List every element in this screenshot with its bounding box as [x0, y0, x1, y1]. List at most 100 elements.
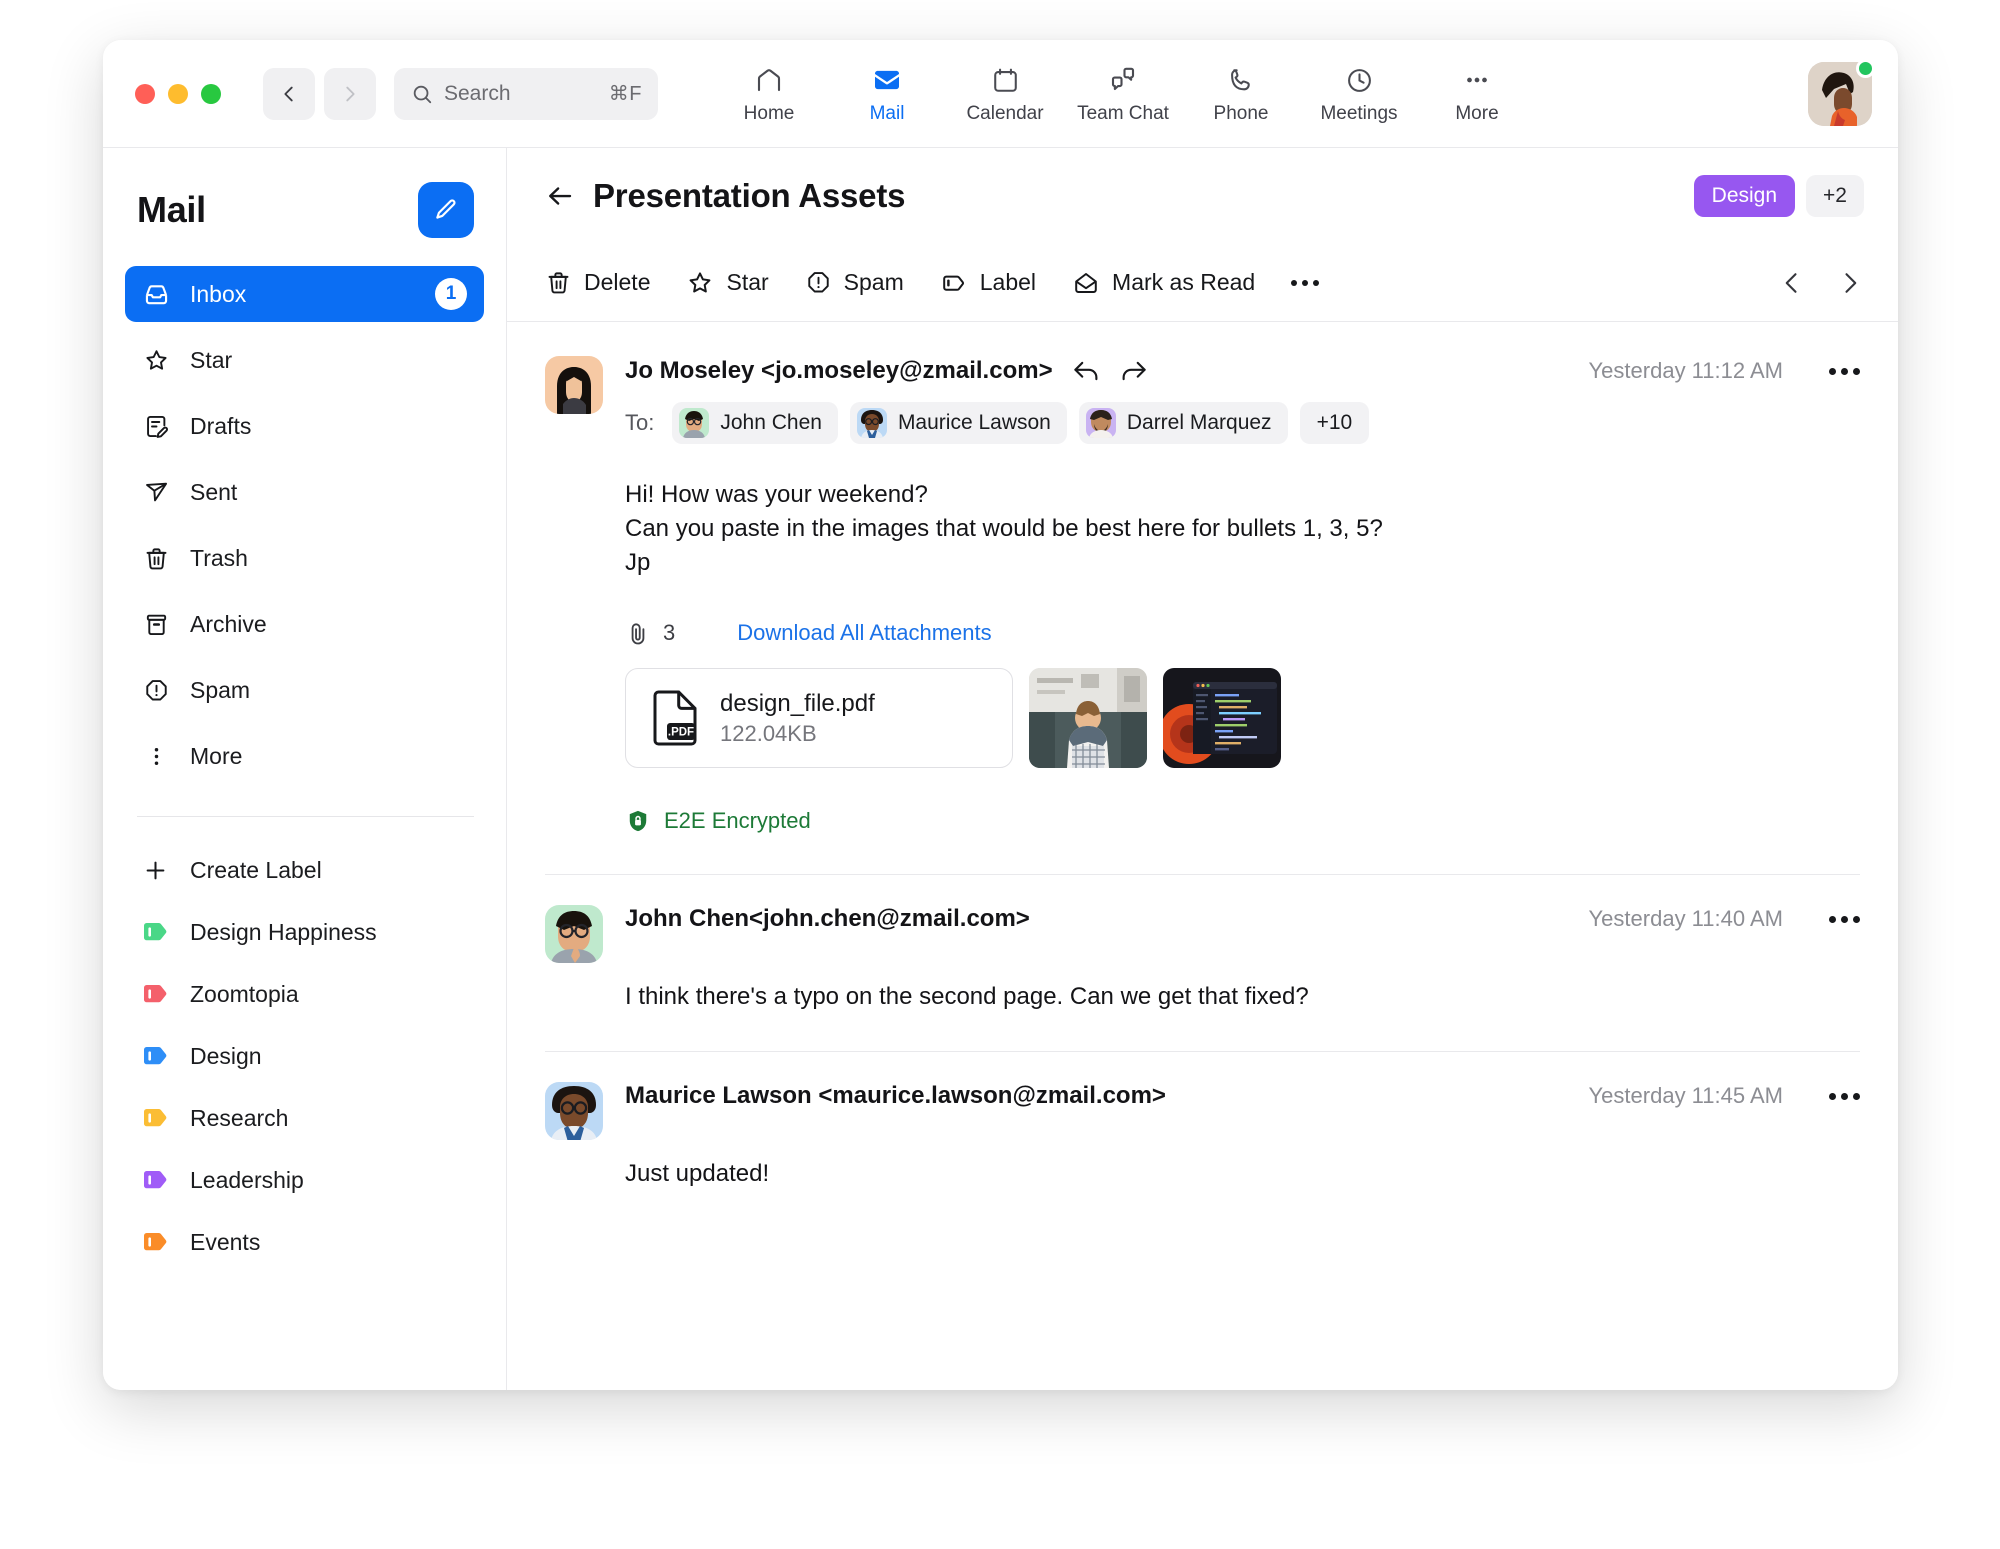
topnav-label: Team Chat [1077, 103, 1169, 125]
sidebar-folder-list: Inbox 1 Star Drafts [103, 266, 506, 794]
sidebar-label-design[interactable]: Design [125, 1029, 484, 1083]
sidebar-label-text: Leadership [190, 1167, 304, 1194]
ellipsis-icon-dot [1829, 368, 1836, 375]
compose-button[interactable] [418, 182, 474, 238]
sidebar-item-drafts[interactable]: Drafts [125, 398, 484, 454]
message-sender: Jo Moseley <jo.moseley@zmail.com> [625, 357, 1053, 385]
forward-icon [1119, 356, 1149, 386]
ellipsis-icon-dot [1841, 1093, 1848, 1100]
sidebar-item-inbox[interactable]: Inbox 1 [125, 266, 484, 322]
sidebar-item-label: Inbox [190, 281, 246, 308]
spam-icon [142, 677, 170, 704]
attachment-size: 122.04KB [720, 721, 875, 747]
maximize-window-button[interactable] [201, 84, 221, 104]
attachment-file-card[interactable]: .PDF design_file.pdf 122.04KB [625, 668, 1013, 768]
svg-text:.PDF: .PDF [668, 727, 694, 739]
inbox-icon [142, 281, 170, 308]
send-icon [142, 479, 170, 506]
message-overflow-button[interactable] [1829, 368, 1860, 375]
chevron-left-icon [1778, 269, 1806, 297]
recipient-chip[interactable]: Maurice Lawson [850, 402, 1067, 444]
create-label-text: Create Label [190, 857, 322, 884]
sidebar-label-list: Create Label Design Happiness Zoomtopia [103, 843, 506, 1277]
topnav-item-meetings[interactable]: Meetings [1300, 62, 1418, 125]
attachment-name: design_file.pdf [720, 690, 875, 718]
sidebar-label-zoomtopia[interactable]: Zoomtopia [125, 967, 484, 1021]
message-overflow-button[interactable] [1829, 1093, 1860, 1100]
topnav-item-mail[interactable]: Mail [828, 62, 946, 125]
main-panel: Presentation Assets Design +2 Delete Sta… [507, 148, 1898, 1390]
create-label-button[interactable]: Create Label [125, 843, 484, 897]
message-item: Maurice Lawson <maurice.lawson@zmail.com… [507, 1052, 1898, 1188]
delete-button[interactable]: Delete [545, 269, 650, 296]
back-to-list-button[interactable] [545, 181, 587, 211]
download-all-attachments-link[interactable]: Download All Attachments [737, 620, 991, 646]
toolbar-label: Delete [584, 269, 650, 296]
ellipsis-icon-dot [1853, 368, 1860, 375]
presence-indicator [1856, 59, 1875, 78]
status-badge[interactable]: Design [1694, 175, 1795, 217]
next-message-button[interactable] [1836, 269, 1864, 297]
recipient-chip[interactable]: John Chen [672, 402, 838, 444]
label-icon [940, 269, 968, 297]
attachment-image-thumbnail[interactable] [1163, 668, 1281, 768]
topnav-item-team-chat[interactable]: Team Chat [1064, 62, 1182, 125]
recipient-chip[interactable]: Darrel Marquez [1079, 402, 1288, 444]
topnav-label: More [1455, 103, 1498, 125]
ellipsis-icon-dot [1291, 280, 1297, 286]
sidebar-label-text: Events [190, 1229, 260, 1256]
more-tags-badge[interactable]: +2 [1806, 175, 1864, 217]
message-item: Jo Moseley <jo.moseley@zmail.com> Yester… [507, 322, 1898, 875]
forward-button[interactable] [1119, 356, 1149, 386]
sidebar-label-leadership[interactable]: Leadership [125, 1153, 484, 1207]
sidebar-item-archive[interactable]: Archive [125, 596, 484, 652]
sidebar-label-design-happiness[interactable]: Design Happiness [125, 905, 484, 959]
topnav-item-more[interactable]: More [1418, 62, 1536, 125]
dark-code-editor-thumbnail [1163, 668, 1281, 768]
star-icon [142, 347, 170, 374]
message-timestamp: Yesterday 11:45 AM [1589, 1083, 1783, 1109]
close-window-button[interactable] [135, 84, 155, 104]
minimize-window-button[interactable] [168, 84, 188, 104]
topnav-label: Meetings [1320, 103, 1397, 125]
reply-button[interactable] [1071, 356, 1101, 386]
chevron-right-icon [339, 83, 361, 105]
mail-icon [871, 64, 903, 96]
recipients-more-badge[interactable]: +10 [1300, 402, 1370, 444]
message-content: Jo Moseley <jo.moseley@zmail.com> Yester… [625, 356, 1860, 875]
sidebar-item-more[interactable]: More [125, 728, 484, 784]
sidebar-item-star[interactable]: Star [125, 332, 484, 388]
message-header: Jo Moseley <jo.moseley@zmail.com> Yester… [545, 356, 1860, 875]
search-input[interactable]: Search ⌘F [394, 68, 658, 120]
tag-icon [142, 1170, 170, 1190]
sidebar-item-trash[interactable]: Trash [125, 530, 484, 586]
sidebar-label-research[interactable]: Research [125, 1091, 484, 1145]
user-avatar[interactable] [1808, 62, 1872, 126]
topnav-item-calendar[interactable]: Calendar [946, 62, 1064, 125]
spam-button[interactable]: Spam [805, 269, 904, 296]
mark-as-read-button[interactable]: Mark as Read [1072, 269, 1255, 297]
sidebar-label-events[interactable]: Events [125, 1215, 484, 1269]
topnav-item-phone[interactable]: Phone [1182, 62, 1300, 125]
star-button[interactable]: Star [686, 269, 768, 297]
mail-app-window: Search ⌘F Home Mail Calendar [103, 40, 1898, 1390]
message-body-line: Jp [625, 546, 1860, 580]
forward-button[interactable] [324, 68, 376, 120]
sidebar-label-text: Design [190, 1043, 262, 1070]
topnav-item-home[interactable]: Home [710, 62, 828, 125]
sidebar-item-spam[interactable]: Spam [125, 662, 484, 718]
open-envelope-icon [1072, 269, 1100, 297]
previous-message-button[interactable] [1778, 269, 1806, 297]
message-thread: Jo Moseley <jo.moseley@zmail.com> Yester… [507, 322, 1898, 1390]
message-overflow-button[interactable] [1829, 916, 1860, 923]
search-shortcut: ⌘F [609, 81, 642, 106]
label-button[interactable]: Label [940, 269, 1036, 297]
recipient-name: Darrel Marquez [1127, 411, 1272, 435]
phone-icon [1227, 64, 1256, 96]
ellipsis-icon-dot [1313, 280, 1319, 286]
sidebar-item-sent[interactable]: Sent [125, 464, 484, 520]
back-button[interactable] [263, 68, 315, 120]
toolbar-overflow-button[interactable] [1291, 280, 1319, 286]
attachment-image-thumbnail[interactable] [1029, 668, 1147, 768]
sidebar-title: Mail [137, 189, 206, 231]
